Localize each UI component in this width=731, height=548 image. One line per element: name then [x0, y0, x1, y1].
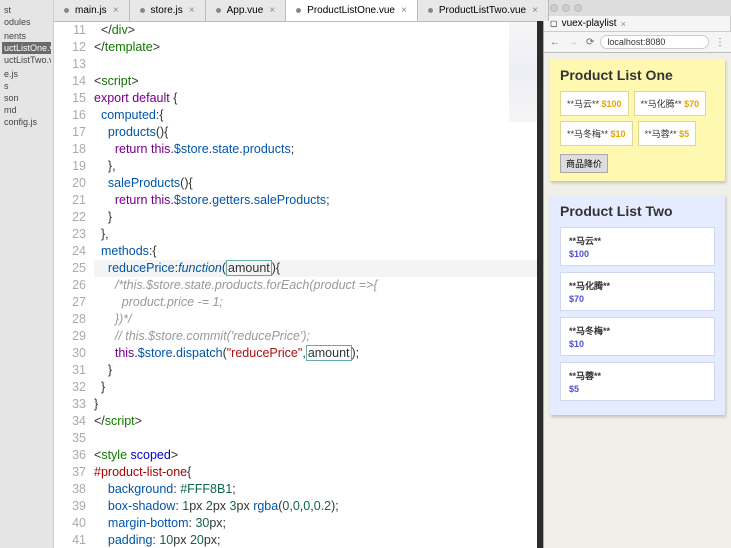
- product-name: **马蓉**: [569, 369, 706, 382]
- product-name: **马化腾**: [569, 279, 706, 292]
- browser-tab[interactable]: ▢ vuex-playlist ×: [544, 16, 731, 31]
- close-icon[interactable]: ×: [401, 5, 407, 16]
- file-icon: [296, 8, 301, 13]
- code-editor: main.js×store.js×App.vue×ProductListOne.…: [54, 0, 537, 548]
- product-card: **马化腾** $70: [634, 91, 707, 116]
- page-content: Product List One **马云** $100**马化腾** $70*…: [544, 53, 731, 548]
- tab-label: App.vue: [227, 5, 264, 16]
- panel-title: Product List Two: [560, 203, 715, 219]
- product-price: $10: [569, 339, 706, 349]
- product-list-item: **马蓉** $5: [560, 362, 715, 401]
- close-icon[interactable]: ×: [189, 5, 195, 16]
- reload-icon[interactable]: ⟳: [584, 37, 596, 48]
- forward-icon[interactable]: →: [566, 37, 580, 48]
- max-dot[interactable]: [574, 4, 582, 12]
- product-list-two: Product List Two **马云**$100**马化腾**$70**马…: [550, 195, 725, 415]
- product-name: **马化腾**: [641, 99, 682, 109]
- product-price: $100: [569, 249, 706, 259]
- editor-tab[interactable]: ProductListOne.vue ×: [286, 0, 418, 21]
- product-price: $100: [602, 99, 622, 109]
- code-content[interactable]: </div></template> <script>export default…: [94, 22, 537, 548]
- tab-label: ProductListTwo.vue: [439, 5, 526, 16]
- file-tree-item[interactable]: md: [2, 104, 51, 116]
- product-name: **马蓉**: [645, 129, 677, 139]
- code-area[interactable]: 1112131415161718192021222324252627282930…: [54, 22, 537, 548]
- back-icon[interactable]: ←: [548, 37, 562, 48]
- editor-tab[interactable]: store.js ×: [130, 0, 206, 21]
- panel-title: Product List One: [560, 67, 715, 83]
- file-tree-item[interactable]: e.js: [2, 68, 51, 80]
- file-explorer[interactable]: stodules nentsuctListOne.vueuctListTwo.vu…: [0, 0, 54, 548]
- file-tree-item[interactable]: st: [2, 4, 51, 16]
- product-price: $70: [569, 294, 706, 304]
- reduce-price-button[interactable]: 商品降价: [560, 154, 608, 173]
- close-icon[interactable]: ×: [113, 5, 119, 16]
- file-tree-item[interactable]: s: [2, 80, 51, 92]
- product-name: **马冬梅**: [569, 324, 706, 337]
- line-gutter: 1112131415161718192021222324252627282930…: [54, 22, 94, 548]
- product-list-item: **马云** $100: [560, 227, 715, 266]
- close-icon[interactable]: ×: [621, 19, 626, 29]
- close-icon[interactable]: ×: [269, 5, 275, 16]
- product-price: $70: [684, 99, 699, 109]
- close-icon[interactable]: ×: [532, 5, 538, 16]
- window-controls[interactable]: [544, 0, 731, 16]
- file-icon: [64, 8, 69, 13]
- minimap[interactable]: [509, 22, 537, 122]
- tab-label: store.js: [151, 5, 183, 16]
- product-name: **马冬梅**: [567, 129, 608, 139]
- editor-tab[interactable]: ProductListTwo.vue ×: [418, 0, 549, 21]
- editor-tab[interactable]: main.js ×: [54, 0, 130, 21]
- tab-icon: ▢: [550, 19, 558, 28]
- min-dot[interactable]: [562, 4, 570, 12]
- product-name: **马云**: [567, 99, 599, 109]
- address-bar-row: ← → ⟳ localhost:8080 ⋮: [544, 31, 731, 52]
- product-card: **马冬梅** $10: [560, 121, 633, 146]
- product-name: **马云**: [569, 234, 706, 247]
- product-list-item: **马冬梅** $10: [560, 317, 715, 356]
- tab-label: main.js: [75, 5, 107, 16]
- editor-tab[interactable]: App.vue ×: [206, 0, 287, 21]
- menu-icon[interactable]: ⋮: [713, 37, 727, 48]
- product-card: **马蓉** $5: [638, 121, 697, 146]
- browser-tab-bar: ▢ vuex-playlist ×: [544, 16, 731, 31]
- product-price: $10: [611, 129, 626, 139]
- file-icon: [428, 8, 433, 13]
- product-list-item: **马化腾** $70: [560, 272, 715, 311]
- file-tree-item[interactable]: uctListTwo.vue: [2, 54, 51, 66]
- browser-chrome: ▢ vuex-playlist × ← → ⟳ localhost:8080 ⋮: [544, 0, 731, 53]
- close-dot[interactable]: [550, 4, 558, 12]
- editor-tabs: main.js×store.js×App.vue×ProductListOne.…: [54, 0, 537, 22]
- product-card: **马云** $100: [560, 91, 629, 116]
- file-tree-item[interactable]: uctListOne.vue: [2, 42, 51, 54]
- file-icon: [216, 8, 221, 13]
- product-grid: **马云** $100**马化腾** $70**马冬梅** $10**马蓉** …: [560, 91, 715, 146]
- file-tree-item[interactable]: son: [2, 92, 51, 104]
- tab-label: ProductListOne.vue: [307, 5, 395, 16]
- address-bar[interactable]: localhost:8080: [600, 35, 709, 49]
- product-price: $5: [569, 384, 706, 394]
- product-price: $5: [679, 129, 689, 139]
- product-list-one: Product List One **马云** $100**马化腾** $70*…: [550, 59, 725, 181]
- file-tree-item[interactable]: odules: [2, 16, 51, 28]
- file-tree-item[interactable]: nents: [2, 30, 51, 42]
- file-icon: [140, 8, 145, 13]
- browser-tab-title: vuex-playlist: [562, 18, 617, 29]
- browser-pane: ▢ vuex-playlist × ← → ⟳ localhost:8080 ⋮…: [543, 0, 731, 548]
- file-tree-item[interactable]: config.js: [2, 116, 51, 128]
